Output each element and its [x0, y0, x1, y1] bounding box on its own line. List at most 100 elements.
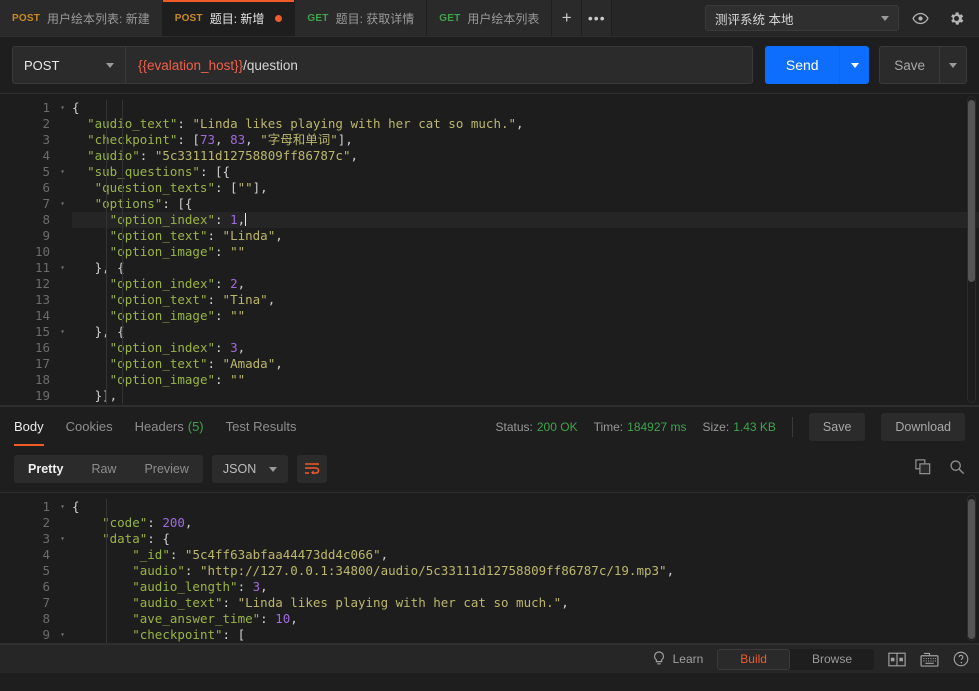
- tab-options-button[interactable]: •••: [582, 0, 612, 36]
- code-line[interactable]: "option_text": "Linda",: [72, 228, 979, 244]
- response-format-selector[interactable]: JSON: [212, 455, 288, 483]
- environment-quick-look-button[interactable]: [905, 5, 935, 31]
- time-value: 184927 ms: [627, 420, 686, 434]
- request-tab-2-active[interactable]: POST 题目: 新增: [163, 0, 296, 36]
- tab-test-results[interactable]: Test Results: [226, 407, 297, 446]
- chevron-down-icon: [949, 63, 957, 68]
- request-tab-4[interactable]: GET 用户绘本列表: 获取列表: [427, 0, 552, 36]
- help-button[interactable]: [953, 651, 969, 667]
- request-body-editor[interactable]: 1▾2345▾67▾891011▾12131415▾16171819 { "au…: [0, 93, 979, 406]
- keyboard-shortcuts-button[interactable]: [920, 652, 939, 667]
- code-line[interactable]: "audio_text": "Linda likes playing with …: [72, 595, 979, 611]
- line-number: 5▾: [0, 164, 56, 180]
- send-button[interactable]: Send: [765, 46, 839, 84]
- status-metric: Status:200 OK: [496, 420, 578, 434]
- code-line[interactable]: }, {: [72, 324, 979, 340]
- line-number: 18: [0, 372, 56, 388]
- view-mode-preview[interactable]: Preview: [130, 455, 202, 483]
- headers-count: (5): [188, 419, 204, 434]
- two-pane-layout-icon: [888, 652, 906, 667]
- line-number: 8: [0, 212, 56, 228]
- build-mode-button[interactable]: Build: [717, 649, 790, 670]
- tab-headers[interactable]: Headers (5): [135, 407, 204, 446]
- keyboard-icon: [920, 652, 939, 667]
- request-tab-3[interactable]: GET 题目: 获取详情: [295, 0, 427, 36]
- build-browse-toggle: Build Browse: [717, 649, 874, 670]
- download-response-button[interactable]: Download: [881, 413, 965, 441]
- copy-response-button[interactable]: [915, 459, 931, 480]
- request-url-input[interactable]: {{evalation_host}}/question: [125, 46, 753, 84]
- code-line[interactable]: "audio_length": 3,: [72, 579, 979, 595]
- response-toolbar-icons: [915, 459, 965, 480]
- send-options-button[interactable]: [839, 46, 869, 84]
- two-pane-layout-button[interactable]: [888, 652, 906, 667]
- tab-title-label: 题目: 新增: [210, 10, 265, 27]
- learn-button[interactable]: Learn: [652, 651, 704, 667]
- code-line[interactable]: "option_index": 1,: [72, 212, 979, 228]
- code-line[interactable]: "sub_questions": [{: [72, 164, 979, 180]
- code-line[interactable]: "ave_answer_time": 10,: [72, 611, 979, 627]
- code-line[interactable]: {: [72, 100, 979, 116]
- code-line[interactable]: "options": [{: [72, 196, 979, 212]
- code-line[interactable]: "_id": "5c4ff63abfaa44473dd4c066",: [72, 547, 979, 563]
- postman-window: POST 用户绘本列表: 新建 POST 题目: 新增 GET 题目: 获取详情…: [0, 0, 979, 691]
- tab-method-label: GET: [307, 13, 328, 24]
- save-options-button[interactable]: [939, 46, 967, 84]
- code-line[interactable]: "question_texts": [""],: [72, 180, 979, 196]
- http-method-selector[interactable]: POST: [12, 46, 125, 84]
- save-response-button[interactable]: Save: [809, 413, 866, 441]
- code-line[interactable]: "audio": "http://127.0.0.1:34800/audio/5…: [72, 563, 979, 579]
- tab-method-label: GET: [439, 13, 460, 24]
- line-number: 7: [0, 595, 56, 611]
- response-editor-scrollbar-thumb[interactable]: [968, 499, 975, 639]
- view-mode-raw[interactable]: Raw: [77, 455, 130, 483]
- request-editor-scrollbar-thumb[interactable]: [968, 100, 975, 282]
- code-line[interactable]: "option_index": 2,: [72, 276, 979, 292]
- line-number: 10: [0, 643, 56, 644]
- request-editor-code[interactable]: { "audio_text": "Linda likes playing wit…: [56, 94, 979, 404]
- code-line[interactable]: {: [72, 499, 979, 515]
- code-line[interactable]: "audio": "5c33111d12758809ff86787c",: [72, 148, 979, 164]
- line-number: 1▾: [0, 100, 56, 116]
- code-line[interactable]: "code": 200,: [72, 515, 979, 531]
- code-line[interactable]: }, {: [72, 260, 979, 276]
- code-line[interactable]: "option_image": "": [72, 372, 979, 388]
- line-number: 5: [0, 563, 56, 579]
- tab-cookies[interactable]: Cookies: [66, 407, 113, 446]
- line-number: 10: [0, 244, 56, 260]
- line-number: 6: [0, 180, 56, 196]
- line-number: 13: [0, 292, 56, 308]
- code-line[interactable]: }],: [72, 388, 979, 404]
- line-number: 2: [0, 515, 56, 531]
- code-line[interactable]: "audio_text": "Linda likes playing with …: [72, 116, 979, 132]
- request-tab-1[interactable]: POST 用户绘本列表: 新建: [0, 0, 163, 36]
- code-line[interactable]: "data": {: [72, 531, 979, 547]
- save-request-button[interactable]: Save: [879, 46, 939, 84]
- code-line[interactable]: "option_text": "Amada",: [72, 356, 979, 372]
- code-line[interactable]: "option_image": "": [72, 308, 979, 324]
- new-tab-button[interactable]: +: [552, 0, 582, 36]
- search-response-button[interactable]: [949, 459, 965, 480]
- gear-icon: [948, 10, 965, 27]
- code-line[interactable]: "option_text": "Tina",: [72, 292, 979, 308]
- tabbar-spacer: [612, 0, 705, 36]
- line-number: 11▾: [0, 260, 56, 276]
- line-number: 3: [0, 132, 56, 148]
- code-line[interactable]: "checkpoint": [73, 83, "字母和单词"],: [72, 132, 979, 148]
- response-editor-code[interactable]: { "code": 200, "data": { "_id": "5c4ff63…: [56, 493, 979, 644]
- chevron-down-icon: [851, 63, 859, 68]
- view-mode-pretty[interactable]: Pretty: [14, 455, 77, 483]
- code-line[interactable]: "checkpoint": [: [72, 627, 979, 643]
- line-number: 17: [0, 356, 56, 372]
- save-button-group: Save: [879, 46, 967, 84]
- settings-button[interactable]: [941, 5, 971, 31]
- browse-mode-button[interactable]: Browse: [790, 649, 874, 670]
- code-line[interactable]: "option_index": 3,: [72, 340, 979, 356]
- code-line[interactable]: "option_image": "": [72, 244, 979, 260]
- tab-body[interactable]: Body: [14, 407, 44, 446]
- lightbulb-icon: [652, 651, 666, 667]
- environment-selector[interactable]: 测评系统 本地: [705, 5, 899, 31]
- code-line[interactable]: 73,: [72, 643, 979, 644]
- word-wrap-button[interactable]: [297, 455, 327, 483]
- response-body-viewer[interactable]: 1▾23▾456789▾10 { "code": 200, "data": { …: [0, 492, 979, 644]
